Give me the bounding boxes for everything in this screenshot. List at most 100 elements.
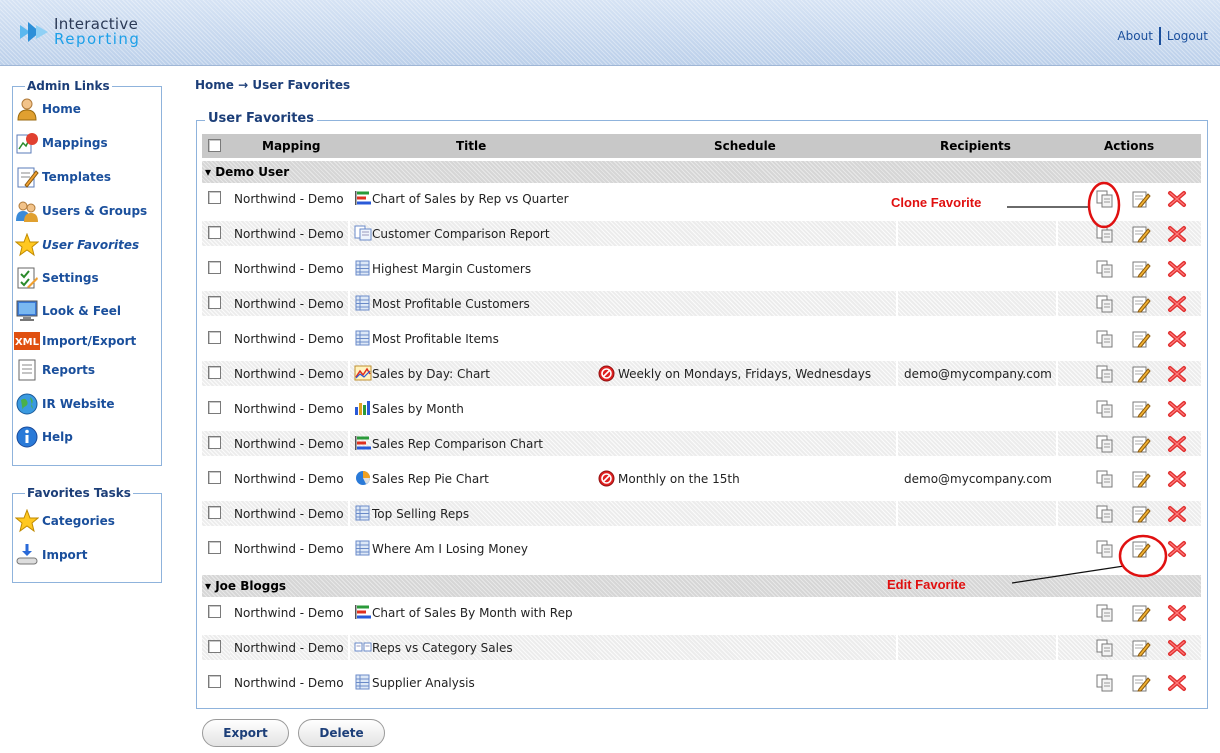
row-checkbox[interactable] [208,366,221,379]
row-checkbox[interactable] [208,436,221,449]
group-header-row[interactable]: ▾ Joe Bloggs [202,575,1201,597]
clone-icon[interactable] [1095,540,1115,558]
sidebar-item-templates[interactable]: Templates [12,165,111,189]
delete-icon[interactable] [1167,505,1187,523]
title-cell[interactable]: Chart of Sales By Month with Rep [350,600,596,625]
clone-icon[interactable] [1095,190,1115,208]
delete-icon[interactable] [1167,639,1187,657]
favorite-title-link[interactable]: Chart of Sales by Rep vs Quarter [372,192,569,206]
delete-icon[interactable] [1167,400,1187,418]
sidebar-item-user-favorites[interactable]: User Favorites [12,233,139,257]
row-checkbox[interactable] [208,506,221,519]
delete-icon[interactable] [1167,435,1187,453]
row-checkbox[interactable] [208,296,221,309]
breadcrumb[interactable]: Home → User Favorites [195,78,350,92]
edit-icon[interactable] [1131,260,1151,278]
sidebar-item-ir-website[interactable]: IR Website [12,392,115,416]
title-cell[interactable]: Highest Margin Customers [350,256,596,281]
favorite-title-link[interactable]: Where Am I Losing Money [372,542,528,556]
delete-icon[interactable] [1167,225,1187,243]
title-cell[interactable]: Supplier Analysis [350,670,596,695]
sidebar-item-settings[interactable]: Settings [12,266,99,290]
edit-icon[interactable] [1131,505,1151,523]
column-header-mapping[interactable]: Mapping [262,139,320,153]
favorite-title-link[interactable]: Top Selling Reps [372,507,469,521]
column-header-recipients[interactable]: Recipients [940,139,1011,153]
schedule-icon[interactable] [598,365,615,382]
sidebar-item-look-feel[interactable]: Look & Feel [12,299,121,323]
select-all-checkbox[interactable] [208,139,221,152]
sidebar-item-users-groups[interactable]: Users & Groups [12,199,147,223]
clone-icon[interactable] [1095,470,1115,488]
favorite-title-link[interactable]: Sales by Day: Chart [372,367,490,381]
clone-icon[interactable] [1095,365,1115,383]
sidebar-item-import-export[interactable]: XML Import/Export [12,329,136,353]
edit-icon[interactable] [1131,639,1151,657]
title-cell[interactable]: Sales Rep Pie Chart [350,466,596,491]
schedule-icon[interactable] [598,470,615,487]
delete-button[interactable]: Delete [298,719,385,747]
edit-icon[interactable] [1131,604,1151,622]
sidebar-item-reports[interactable]: Reports [12,358,95,382]
title-cell[interactable]: Sales by Month [350,396,596,421]
delete-icon[interactable] [1167,365,1187,383]
row-checkbox[interactable] [208,541,221,554]
clone-icon[interactable] [1095,330,1115,348]
row-checkbox[interactable] [208,605,221,618]
edit-icon[interactable] [1131,365,1151,383]
delete-icon[interactable] [1167,674,1187,692]
edit-icon[interactable] [1131,400,1151,418]
favorite-title-link[interactable]: Most Profitable Customers [372,297,530,311]
sidebar-item-import[interactable]: Import [12,543,87,567]
title-cell[interactable]: Top Selling Reps [350,501,596,526]
collapse-triangle-icon[interactable]: ▾ [205,579,215,593]
title-cell[interactable]: Sales by Day: Chart [350,361,596,386]
delete-icon[interactable] [1167,604,1187,622]
delete-icon[interactable] [1167,295,1187,313]
clone-icon[interactable] [1095,505,1115,523]
title-cell[interactable]: Reps vs Category Sales [350,635,596,660]
clone-icon[interactable] [1095,604,1115,622]
row-checkbox[interactable] [208,471,221,484]
favorite-title-link[interactable]: Most Profitable Items [372,332,499,346]
delete-icon[interactable] [1167,540,1187,558]
favorite-title-link[interactable]: Highest Margin Customers [372,262,531,276]
favorite-title-link[interactable]: Sales by Month [372,402,464,416]
delete-icon[interactable] [1167,470,1187,488]
row-checkbox[interactable] [208,675,221,688]
edit-icon[interactable] [1131,470,1151,488]
row-checkbox[interactable] [208,191,221,204]
favorite-title-link[interactable]: Sales Rep Pie Chart [372,472,489,486]
clone-icon[interactable] [1095,674,1115,692]
row-checkbox[interactable] [208,640,221,653]
title-cell[interactable]: Chart of Sales by Rep vs Quarter [350,186,596,211]
favorite-title-link[interactable]: Supplier Analysis [372,676,475,690]
logout-link[interactable]: Logout [1167,29,1208,43]
clone-icon[interactable] [1095,435,1115,453]
title-cell[interactable]: Where Am I Losing Money [350,536,596,561]
sidebar-item-help[interactable]: Help [12,425,73,449]
edit-icon[interactable] [1131,435,1151,453]
edit-icon[interactable] [1131,190,1151,208]
row-checkbox[interactable] [208,261,221,274]
sidebar-item-mappings[interactable]: Mappings [12,131,108,155]
export-button[interactable]: Export [202,719,289,747]
title-cell[interactable]: Most Profitable Items [350,326,596,351]
sidebar-item-home[interactable]: Home [12,97,81,121]
favorite-title-link[interactable]: Customer Comparison Report [372,227,550,241]
row-checkbox[interactable] [208,401,221,414]
favorite-title-link[interactable]: Sales Rep Comparison Chart [372,437,543,451]
edit-icon[interactable] [1131,295,1151,313]
clone-icon[interactable] [1095,225,1115,243]
row-checkbox[interactable] [208,226,221,239]
edit-icon[interactable] [1131,330,1151,348]
column-header-schedule[interactable]: Schedule [714,139,776,153]
edit-icon[interactable] [1131,225,1151,243]
delete-icon[interactable] [1167,190,1187,208]
title-cell[interactable]: Customer Comparison Report [350,221,596,246]
clone-icon[interactable] [1095,260,1115,278]
clone-icon[interactable] [1095,295,1115,313]
logo[interactable]: Interactive Reporting [18,14,140,50]
title-cell[interactable]: Most Profitable Customers [350,291,596,316]
edit-icon[interactable] [1131,674,1151,692]
